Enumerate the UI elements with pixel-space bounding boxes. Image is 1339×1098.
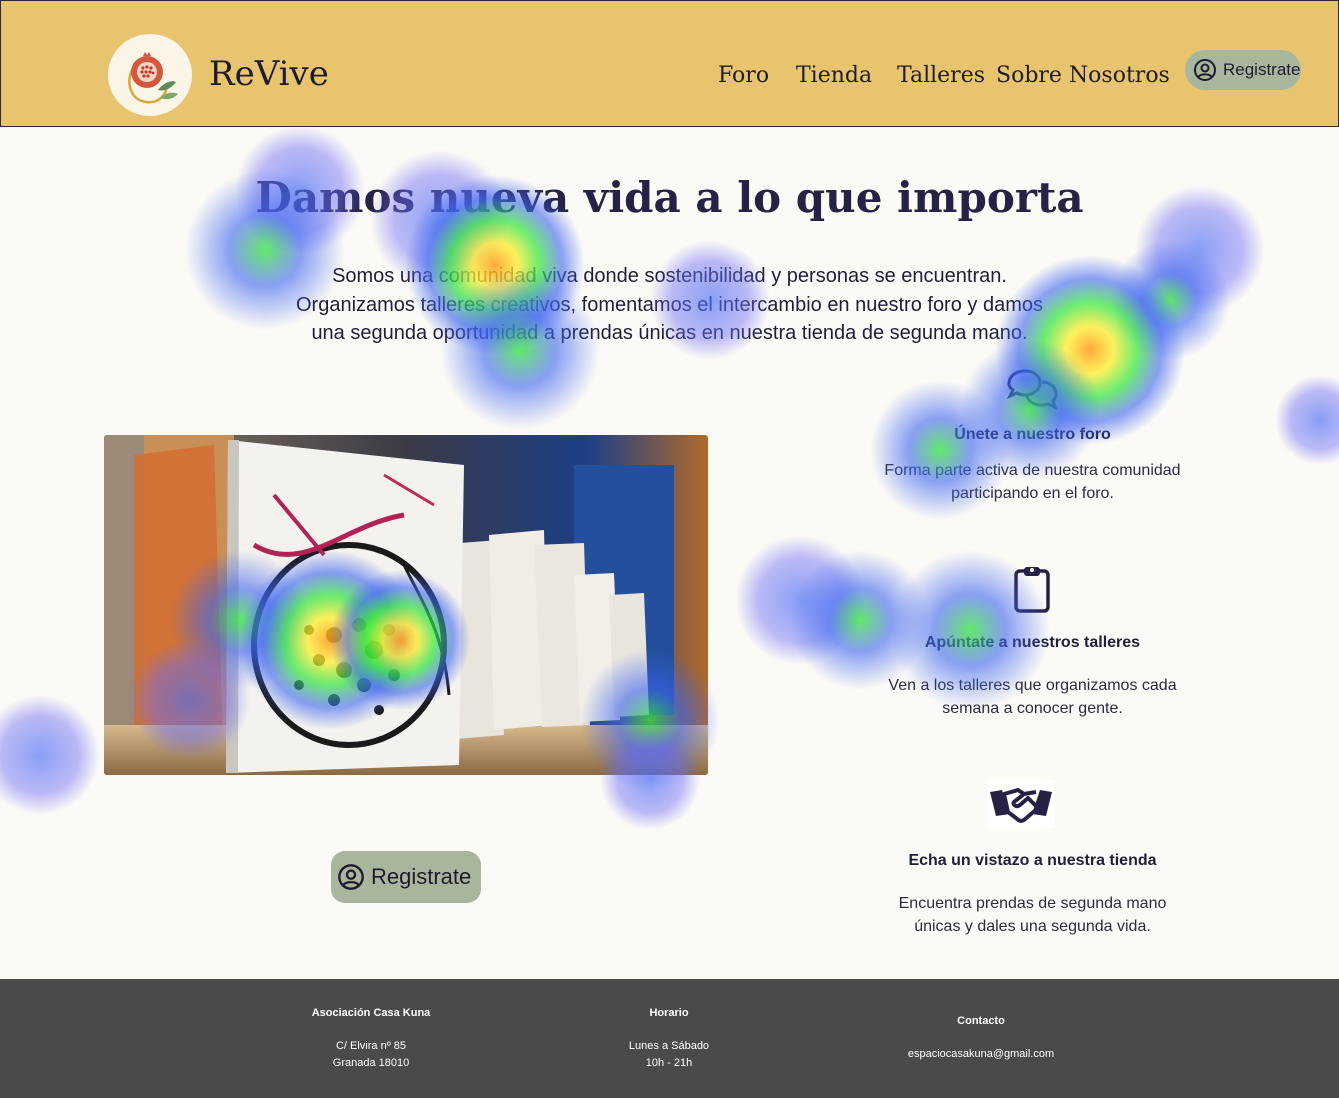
feature-foro-desc-line-1: Forma parte activa de nuestra comunidad [884, 462, 1181, 479]
feature-talleres-desc-line-1: Ven a los talleres que organizamos cada [888, 677, 1177, 694]
footer-hours: Horario Lunes a Sábado 10h - 21h [569, 1005, 769, 1072]
user-circle-icon [1194, 59, 1216, 81]
handshake-icon [988, 780, 1054, 833]
footer-contact-title: Contacto [957, 1015, 1005, 1027]
footer-address: Asociación Casa Kuna C/ Elvira nº 85 Gra… [271, 1005, 471, 1072]
hero-description: Somos una comunidad viva donde sostenibi… [200, 262, 1139, 348]
feature-tienda-desc-line-2: únicas y dales una segunda vida. [914, 918, 1151, 935]
nav-foro[interactable]: Foro [718, 59, 769, 93]
hero-image [104, 435, 708, 775]
feature-talleres-desc-line-2: semana a conocer gente. [942, 700, 1123, 717]
feature-foro-desc: Forma parte activa de nuestra comunidad … [860, 459, 1205, 505]
footer-address-line-2: Granada 18010 [332, 1057, 410, 1069]
pomegranate-icon [128, 52, 178, 104]
footer-contact: Contacto espaciocasakuna@gmail.com [871, 1013, 1091, 1063]
user-circle-icon [338, 864, 364, 890]
footer-org-title: Asociación Casa Kuna [311, 1007, 431, 1019]
footer-hours-title: Horario [649, 1007, 689, 1019]
feature-tienda-desc-line-1: Encuentra prendas de segunda mano [898, 895, 1167, 912]
page-title: Damos nueva vida a lo que importa [255, 173, 1084, 222]
footer-address-line-1: C/ Elvira nº 85 [335, 1040, 407, 1052]
feature-tienda-desc: Encuentra prendas de segunda mano únicas… [860, 892, 1205, 938]
feature-foro-title[interactable]: Únete a nuestro foro [830, 424, 1235, 446]
cta-register-label: Registrate [371, 864, 472, 889]
feature-tienda-title[interactable]: Echa un vistazo a nuestra tienda [830, 850, 1235, 872]
brand-name[interactable]: ReVive [209, 51, 329, 97]
footer-hours-line-1: Lunes a Sábado [628, 1040, 710, 1052]
hero-line-2: Organizamos talleres creativos, fomentam… [295, 293, 1043, 316]
nav-tienda[interactable]: Tienda [796, 59, 872, 93]
nav-sobre-nosotros[interactable]: Sobre Nosotros [996, 59, 1170, 93]
logo[interactable] [108, 34, 192, 116]
site-header: ReVive Foro Tienda Talleres Sobre Nosotr… [0, 0, 1339, 127]
nav-talleres[interactable]: Talleres [897, 59, 985, 93]
painted-canvases-image [104, 435, 708, 775]
footer-hours-line-2: 10h - 21h [645, 1057, 693, 1069]
chat-bubbles-icon [1005, 368, 1059, 417]
hero-line-1: Somos una comunidad viva donde sostenibi… [332, 265, 1007, 287]
feature-talleres-desc: Ven a los talleres que organizamos cada … [860, 674, 1205, 720]
feature-talleres-title[interactable]: Apúntate a nuestros talleres [830, 632, 1235, 654]
footer-email[interactable]: espaciocasakuna@gmail.com [871, 1046, 1091, 1063]
site-footer: Asociación Casa Kuna C/ Elvira nº 85 Gra… [0, 979, 1339, 1098]
feature-foro-desc-line-2: participando en el foro. [951, 485, 1114, 502]
header-register-label: Registrate [1223, 60, 1301, 79]
hero-line-3: una segunda oportunidad a prendas únicas… [311, 322, 1028, 344]
clipboard-icon [1013, 564, 1051, 619]
header-register-button[interactable]: Registrate [1185, 50, 1301, 90]
cta-register-button[interactable]: Registrate [331, 851, 481, 903]
